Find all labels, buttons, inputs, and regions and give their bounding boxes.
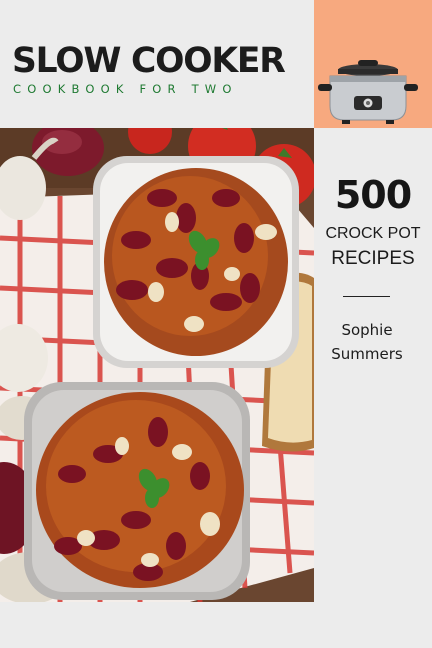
author-last-name: Summers xyxy=(331,345,403,363)
divider xyxy=(343,296,390,297)
book-title: SLOW COOKER xyxy=(12,41,286,81)
title-band: SLOW COOKER COOKBOOK FOR TWO xyxy=(0,0,314,128)
book-subtitle: COOKBOOK FOR TWO xyxy=(13,82,238,96)
recipe-count: 500 xyxy=(334,173,412,217)
slow-cooker-icon xyxy=(318,60,418,124)
chili-bowl-bottom xyxy=(24,382,250,600)
cover-photo xyxy=(0,128,314,602)
chili-bowl-top xyxy=(93,156,299,368)
tagline-crock-pot: CROCK POT xyxy=(325,225,421,242)
bottom-band xyxy=(0,602,432,648)
author-first-name: Sophie xyxy=(341,321,393,339)
book-cover: SLOW COOKER COOKBOOK FOR TWO 500 CROCK P… xyxy=(0,0,432,648)
author-name: Sophie Summers xyxy=(314,318,420,366)
side-panel: 500 CROCK POT RECIPES Sophie Summers xyxy=(314,128,432,602)
tagline-recipes: RECIPES xyxy=(331,248,415,269)
